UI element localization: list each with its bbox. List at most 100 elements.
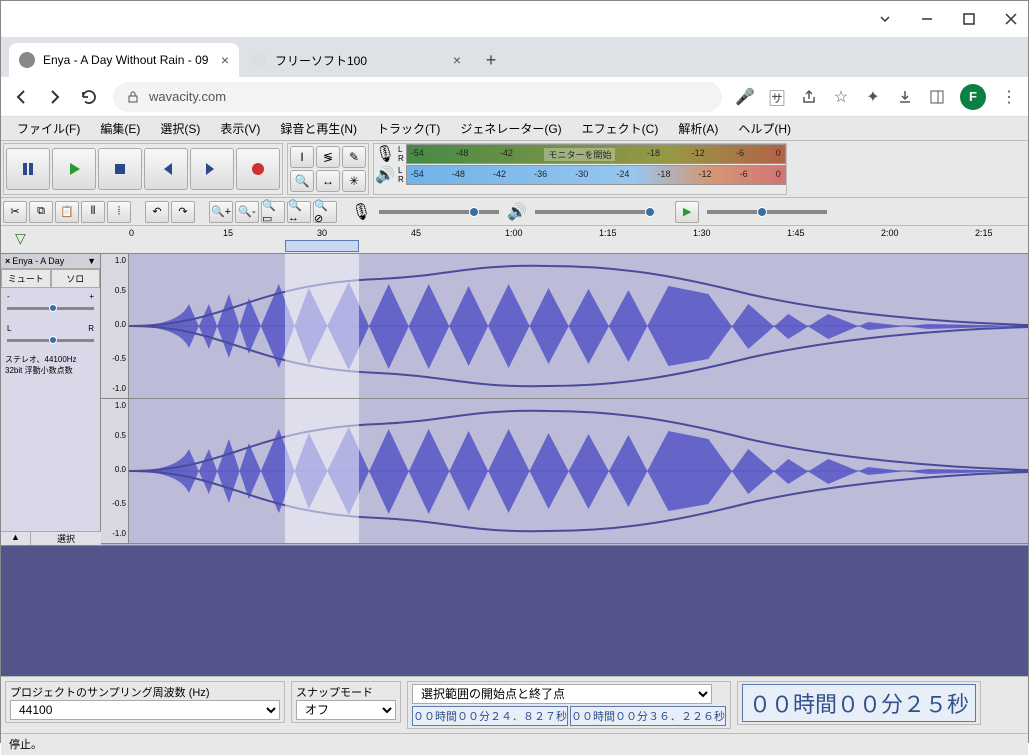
- select-button[interactable]: 選択: [31, 532, 101, 545]
- profile-avatar[interactable]: F: [960, 84, 986, 110]
- url-input[interactable]: wavacity.com: [113, 82, 722, 112]
- rec-volume-slider[interactable]: [379, 210, 499, 214]
- record-button[interactable]: [236, 148, 280, 190]
- envelope-tool[interactable]: ≶: [316, 146, 340, 168]
- reload-button[interactable]: [79, 87, 99, 107]
- project-rate-select[interactable]: 44100: [10, 700, 280, 720]
- menu-analyze[interactable]: 解析(A): [668, 117, 728, 140]
- edit-toolbar: ✂ ⧉ 📋 ⦀ ⦙ ↶ ↷ 🔍+ 🔍- 🔍▭ 🔍↔ 🔍⊘ 🎙 🔊 ▶: [1, 198, 1028, 226]
- selection-start-time[interactable]: ００時間００分２４．８２７秒: [412, 706, 568, 726]
- stop-button[interactable]: [98, 148, 142, 190]
- paste-button[interactable]: 📋: [55, 201, 79, 223]
- selection-region[interactable]: [285, 254, 359, 398]
- window-maximize-button[interactable]: [962, 12, 976, 26]
- zoom-in-button[interactable]: 🔍+: [209, 201, 233, 223]
- track-info: ステレオ、44100Hz 32bit 浮動小数点数: [1, 352, 100, 378]
- forward-button[interactable]: [45, 87, 65, 107]
- waveform-area[interactable]: 1.0 0.5 0.0 -0.5 -1.0 1.0 0.5 0.0: [101, 254, 1028, 545]
- favicon-icon: [251, 52, 267, 68]
- playback-meter[interactable]: -54-48-42 -36-30-24 -18-12-60: [406, 165, 786, 185]
- window-minimize-button[interactable]: [920, 12, 934, 26]
- selection-tool[interactable]: I: [290, 146, 314, 168]
- selection-mode-select[interactable]: 選択範囲の開始点と終了点: [412, 684, 712, 704]
- project-rate-group: プロジェクトのサンプリング周波数 (Hz) 44100: [5, 681, 285, 723]
- pin-icon[interactable]: ▽: [15, 230, 26, 247]
- speed-slider[interactable]: [707, 210, 827, 214]
- menu-select[interactable]: 選択(S): [150, 117, 210, 140]
- solo-button[interactable]: ソロ: [51, 269, 101, 288]
- play-button[interactable]: [52, 148, 96, 190]
- menu-effect[interactable]: エフェクト(C): [572, 117, 669, 140]
- play-volume-slider[interactable]: [535, 210, 655, 214]
- pan-slider[interactable]: LR: [1, 320, 100, 352]
- dropdown-icon[interactable]: ▼: [87, 256, 96, 266]
- menu-tracks[interactable]: トラック(T): [367, 117, 450, 140]
- silence-button[interactable]: ⦙: [107, 201, 131, 223]
- translate-icon[interactable]: 🈂: [768, 88, 786, 106]
- recording-meter[interactable]: -54-48-42 モニターを開始 -18-12-60: [406, 144, 786, 164]
- amplitude-scale: 1.0 0.5 0.0 -0.5 -1.0: [101, 254, 129, 398]
- menu-transport[interactable]: 録音と再生(N): [270, 117, 367, 140]
- timeshift-tool[interactable]: ↔: [316, 170, 340, 192]
- download-icon[interactable]: [896, 88, 914, 106]
- snap-label: スナップモード: [296, 684, 396, 700]
- mic-icon[interactable]: 🎤: [736, 88, 754, 106]
- multi-tool[interactable]: ✳: [342, 170, 366, 192]
- track-close-button[interactable]: ×: [5, 256, 10, 266]
- cut-button[interactable]: ✂: [3, 201, 27, 223]
- play-at-speed-button[interactable]: ▶: [675, 201, 699, 223]
- extensions-icon[interactable]: ✦: [864, 88, 882, 106]
- skip-end-button[interactable]: [190, 148, 234, 190]
- zoom-sel-button[interactable]: 🔍▭: [261, 201, 285, 223]
- mic-icon[interactable]: 🎙: [374, 144, 396, 164]
- draw-tool[interactable]: ✎: [342, 146, 366, 168]
- main-toolbar: I ≶ ✎ 🔍 ↔ ✳ 🎙 LR -54-48-42 モニターを開始 -18-1…: [1, 141, 1028, 198]
- redo-button[interactable]: ↷: [171, 201, 195, 223]
- new-tab-button[interactable]: +: [477, 46, 505, 74]
- speaker-icon[interactable]: 🔊: [374, 165, 396, 185]
- channel-right[interactable]: 1.0 0.5 0.0 -0.5 -1.0: [101, 399, 1028, 544]
- menu-help[interactable]: ヘルプ(H): [728, 117, 801, 140]
- skip-start-button[interactable]: [144, 148, 188, 190]
- pause-button[interactable]: [6, 148, 50, 190]
- menu-view[interactable]: 表示(V): [210, 117, 270, 140]
- browser-tab-active[interactable]: Enya - A Day Without Rain - 09 ×: [9, 43, 239, 77]
- bookmark-icon[interactable]: ☆: [832, 88, 850, 106]
- selection-region[interactable]: [285, 399, 359, 543]
- timeline-tick: 2:15: [975, 228, 993, 238]
- zoom-toggle-button[interactable]: 🔍⊘: [313, 201, 337, 223]
- timeline-selection[interactable]: [285, 240, 359, 252]
- audio-position-time[interactable]: ００時間００分２５秒: [742, 684, 976, 722]
- menu-icon[interactable]: ⋮: [1000, 88, 1018, 106]
- snap-select[interactable]: オフ: [296, 700, 396, 720]
- zoom-out-button[interactable]: 🔍-: [235, 201, 259, 223]
- menu-edit[interactable]: 編集(E): [90, 117, 150, 140]
- mic-icon: 🎙: [351, 202, 371, 222]
- selection-end-time[interactable]: ００時間００分３６．２２６秒: [570, 706, 726, 726]
- zoom-tool[interactable]: 🔍: [290, 170, 314, 192]
- channel-labels: LR: [396, 166, 406, 184]
- browser-tab-inactive[interactable]: フリーソフト100 ×: [241, 43, 471, 77]
- mute-button[interactable]: ミュート: [1, 269, 51, 288]
- back-button[interactable]: [11, 87, 31, 107]
- menu-generate[interactable]: ジェネレーター(G): [450, 117, 571, 140]
- window-titlebar: [1, 1, 1028, 37]
- amplitude-scale: 1.0 0.5 0.0 -0.5 -1.0: [101, 399, 129, 543]
- collapse-button[interactable]: ▲: [1, 532, 31, 545]
- empty-track-area[interactable]: [1, 546, 1028, 676]
- track-header[interactable]: × Enya - A Day ▼: [1, 254, 100, 269]
- tab-close-button[interactable]: ×: [453, 52, 461, 68]
- timeline-ruler[interactable]: ▽ 01530451:001:151:301:452:002:15: [1, 226, 1028, 254]
- gain-slider[interactable]: -+: [1, 288, 100, 320]
- channel-left[interactable]: 1.0 0.5 0.0 -0.5 -1.0: [101, 254, 1028, 399]
- menu-file[interactable]: ファイル(F): [7, 117, 90, 140]
- timeline-tick: 15: [223, 228, 233, 238]
- window-close-button[interactable]: [1004, 12, 1018, 26]
- tab-close-button[interactable]: ×: [221, 52, 229, 68]
- share-icon[interactable]: [800, 88, 818, 106]
- undo-button[interactable]: ↶: [145, 201, 169, 223]
- zoom-fit-button[interactable]: 🔍↔: [287, 201, 311, 223]
- copy-button[interactable]: ⧉: [29, 201, 53, 223]
- sidepanel-icon[interactable]: [928, 88, 946, 106]
- trim-button[interactable]: ⦀: [81, 201, 105, 223]
